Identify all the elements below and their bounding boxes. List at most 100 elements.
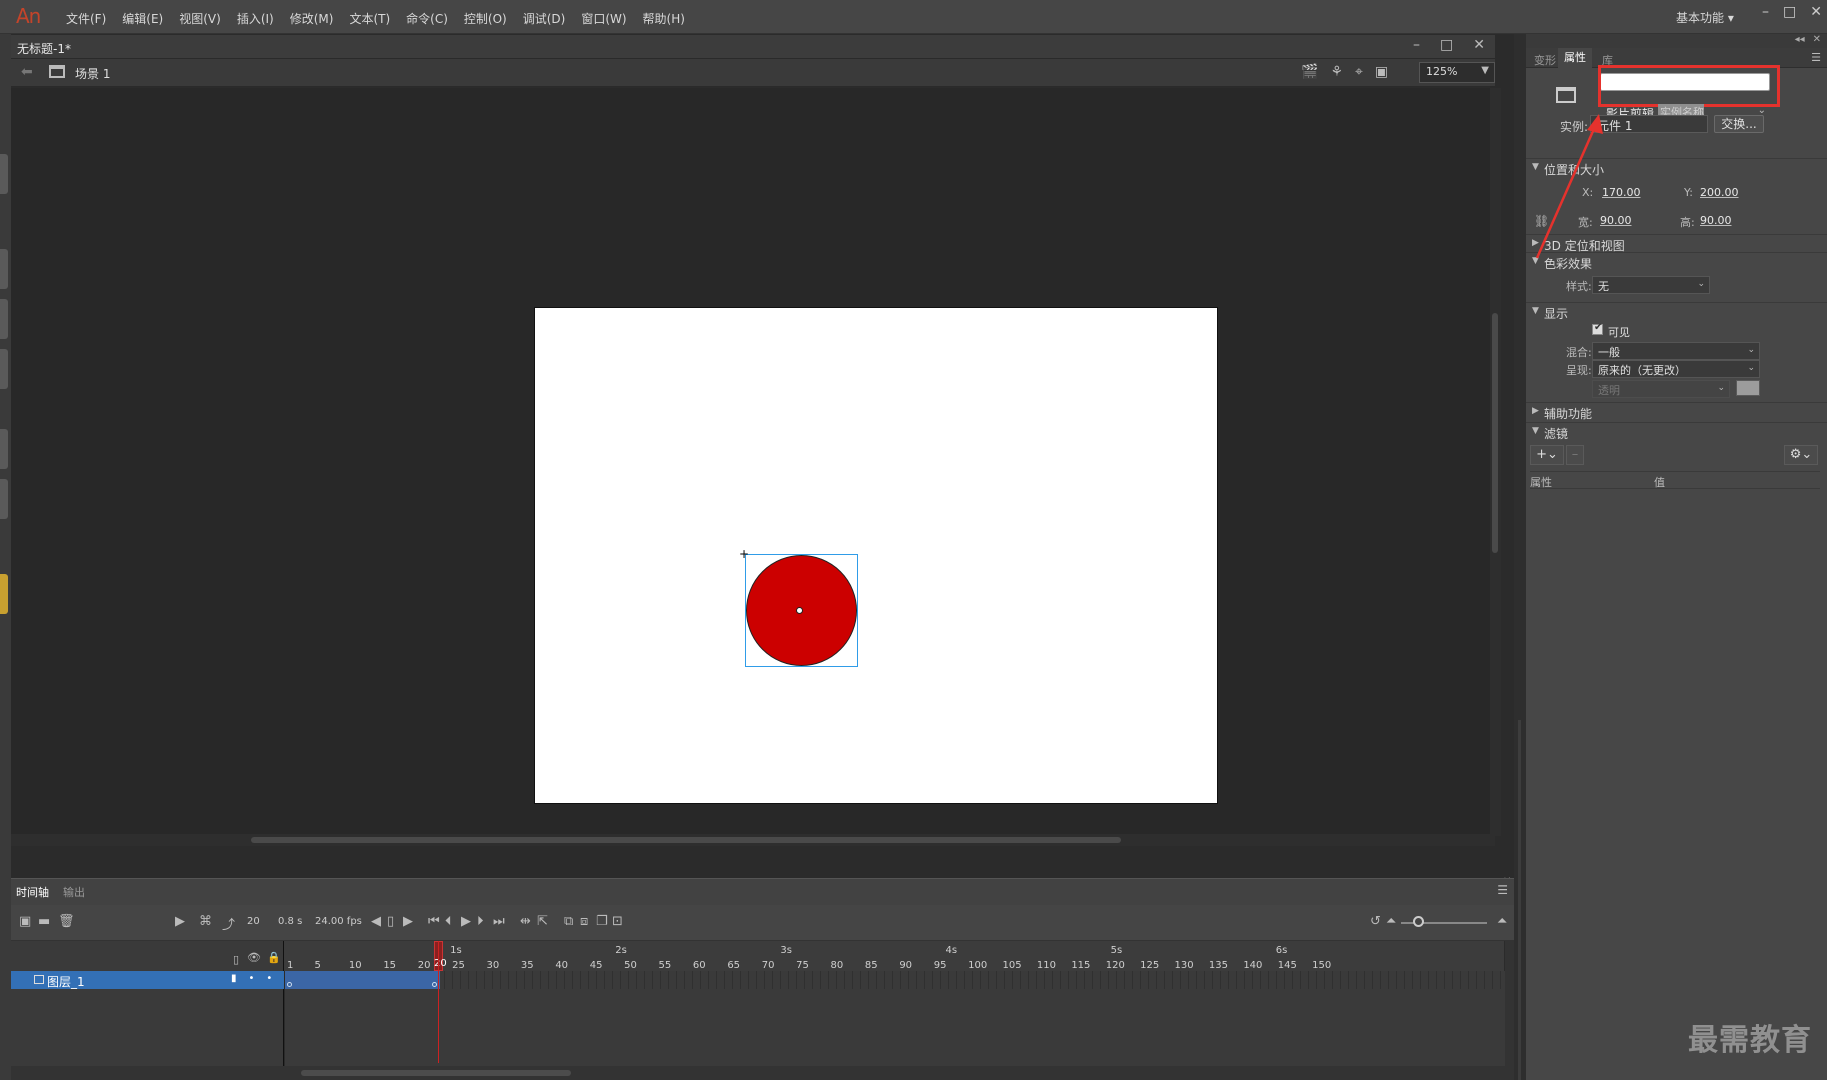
- back-arrow-icon[interactable]: ⬅: [21, 64, 33, 80]
- current-frame[interactable]: 20: [247, 916, 260, 927]
- frame-track[interactable]: [285, 971, 1505, 989]
- tab-output[interactable]: 输出: [63, 884, 85, 900]
- stage-vertical-scrollbar[interactable]: [1490, 88, 1501, 836]
- go-first-frame-icon[interactable]: ⏮: [428, 914, 440, 929]
- zoom-dropdown[interactable]: 125% ▼: [1419, 62, 1495, 83]
- dock-tab[interactable]: [0, 479, 8, 519]
- new-folder-icon[interactable]: ▬: [38, 914, 50, 929]
- filter-options-gear-icon[interactable]: ⚙⌄: [1784, 445, 1818, 465]
- frame-rate[interactable]: 24.00 fps: [315, 916, 362, 927]
- menu-insert[interactable]: 插入(I): [229, 10, 282, 27]
- dock-tab[interactable]: [0, 299, 8, 339]
- dock-tab[interactable]: [0, 154, 8, 194]
- menu-help[interactable]: 帮助(H): [635, 10, 693, 27]
- playhead-line[interactable]: [438, 941, 439, 1063]
- background-color-swatch[interactable]: [1736, 380, 1760, 396]
- new-layer-icon[interactable]: ▣: [19, 914, 31, 929]
- scroll-thumb[interactable]: [301, 1070, 571, 1076]
- onion-skin-icon[interactable]: ⧉: [564, 914, 573, 929]
- layer-toggles[interactable]: ▮••: [231, 973, 284, 984]
- dock-tab[interactable]: [0, 249, 8, 289]
- edit-scene-icon[interactable]: 🎬: [1301, 64, 1318, 80]
- section-display[interactable]: ▼ 显示: [1526, 302, 1827, 321]
- outline-toggle-icon[interactable]: ▯: [233, 953, 239, 966]
- camera-icon[interactable]: ▶: [175, 914, 185, 929]
- workspace-switcher[interactable]: 基本功能 ▾: [1676, 9, 1734, 26]
- center-stage-icon[interactable]: ⌖: [1355, 64, 1363, 80]
- edit-multiple-frames-icon[interactable]: ❐: [596, 914, 608, 929]
- go-last-frame-icon[interactable]: ⏭: [493, 914, 505, 929]
- doc-close-icon[interactable]: ✕: [1473, 37, 1485, 53]
- prev-keyframe-icon[interactable]: ◀: [371, 914, 381, 929]
- next-keyframe-icon[interactable]: ▶: [403, 914, 413, 929]
- tab-transform[interactable]: 变形: [1534, 52, 1556, 68]
- document-title[interactable]: 无标题-1*: [17, 40, 71, 57]
- layer-row[interactable]: 图层_1 ▮••: [11, 971, 284, 989]
- menu-text[interactable]: 文本(T): [341, 10, 398, 27]
- doc-minimize-icon[interactable]: –: [1413, 37, 1420, 53]
- minimize-icon[interactable]: –: [1762, 4, 1769, 20]
- scroll-thumb[interactable]: [1492, 313, 1498, 553]
- keyframe[interactable]: [287, 982, 292, 987]
- panel-menu-icon[interactable]: ☰: [1497, 883, 1508, 897]
- menu-edit[interactable]: 编辑(E): [114, 10, 171, 27]
- keyframe[interactable]: [432, 982, 437, 987]
- collapse-panel-icon[interactable]: ◂◂: [1795, 34, 1805, 45]
- step-forward-icon[interactable]: ⏵: [477, 914, 484, 929]
- menu-window[interactable]: 窗口(W): [573, 10, 634, 27]
- menu-modify[interactable]: 修改(M): [282, 10, 342, 27]
- center-frame-icon[interactable]: ⇱: [537, 914, 548, 929]
- stage-horizontal-scrollbar[interactable]: [11, 834, 1495, 846]
- graph-icon[interactable]: ⤴: [222, 914, 235, 933]
- lock-icon[interactable]: 🔒: [267, 951, 281, 964]
- stage-canvas[interactable]: [534, 307, 1218, 804]
- scroll-thumb[interactable]: [251, 837, 1121, 843]
- blend-dropdown[interactable]: 一般 ⌄: [1592, 342, 1760, 360]
- doc-maximize-icon[interactable]: □: [1440, 37, 1453, 53]
- maximize-icon[interactable]: □: [1783, 4, 1796, 20]
- menu-file[interactable]: 文件(F): [58, 10, 114, 27]
- close-panel-icon[interactable]: ✕: [1813, 34, 1821, 45]
- frame-ruler[interactable]: 1 5 10 15 20 25 30 35 40 45 50 55 60 65 70 75 80 85 90 95 10…: [284, 941, 1504, 971]
- zoom-out-icon[interactable]: ⏶: [1386, 914, 1396, 929]
- style-dropdown[interactable]: 无 ⌄: [1592, 276, 1710, 294]
- play-icon[interactable]: ▶: [461, 914, 471, 929]
- onion-markers-icon[interactable]: ⊡: [612, 914, 623, 929]
- undo-icon[interactable]: ↺: [1370, 914, 1381, 929]
- slider-knob[interactable]: [1413, 916, 1424, 927]
- menu-control[interactable]: 控制(O): [456, 10, 515, 27]
- dock-tab[interactable]: [0, 349, 8, 389]
- timeline-empty-area[interactable]: [285, 989, 1505, 1071]
- clip-content-icon[interactable]: ▣: [1375, 64, 1388, 80]
- menu-view[interactable]: 视图(V): [171, 10, 229, 27]
- tab-properties[interactable]: 属性: [1558, 48, 1592, 68]
- menu-debug[interactable]: 调试(D): [515, 10, 574, 27]
- step-back-icon[interactable]: ⏴: [445, 914, 452, 929]
- add-filter-icon[interactable]: +⌄: [1530, 445, 1564, 465]
- timeline-horizontal-scrollbar[interactable]: [11, 1066, 1505, 1080]
- layer-name[interactable]: 图层_1: [47, 973, 85, 990]
- edit-symbol-icon[interactable]: ⚘: [1330, 64, 1343, 80]
- visible-checkbox[interactable]: ✔: [1592, 322, 1603, 335]
- delete-layer-icon[interactable]: 🗑: [58, 914, 75, 929]
- eye-icon[interactable]: 👁: [247, 951, 261, 964]
- elapsed-time[interactable]: 0.8 s: [278, 916, 302, 927]
- dock-tab-active[interactable]: [0, 574, 8, 614]
- divider-grip[interactable]: [1518, 720, 1521, 1080]
- onion-outline-icon[interactable]: ⧈: [580, 914, 588, 929]
- section-filters[interactable]: ▼ 滤镜: [1526, 422, 1827, 441]
- transform-point[interactable]: [796, 607, 803, 614]
- timeline-vertical-scrollbar[interactable]: [1505, 941, 1514, 1080]
- dock-tab[interactable]: [0, 429, 8, 469]
- panel-menu-icon[interactable]: ☰: [1811, 51, 1821, 64]
- frame-span[interactable]: [285, 971, 440, 989]
- close-icon[interactable]: ✕: [1810, 4, 1822, 20]
- section-accessibility[interactable]: ▶ 辅助功能: [1526, 402, 1827, 421]
- add-keyframe-icon[interactable]: ▯: [387, 914, 394, 929]
- loop-icon[interactable]: ⇹: [520, 914, 531, 929]
- tab-timeline[interactable]: 时间轴: [16, 884, 49, 900]
- zoom-in-icon[interactable]: ⏶: [1497, 914, 1507, 929]
- layer-parenting-icon[interactable]: ⌘: [199, 914, 212, 929]
- render-dropdown[interactable]: 原来的（无更改） ⌄: [1592, 360, 1760, 378]
- menu-commands[interactable]: 命令(C): [398, 10, 456, 27]
